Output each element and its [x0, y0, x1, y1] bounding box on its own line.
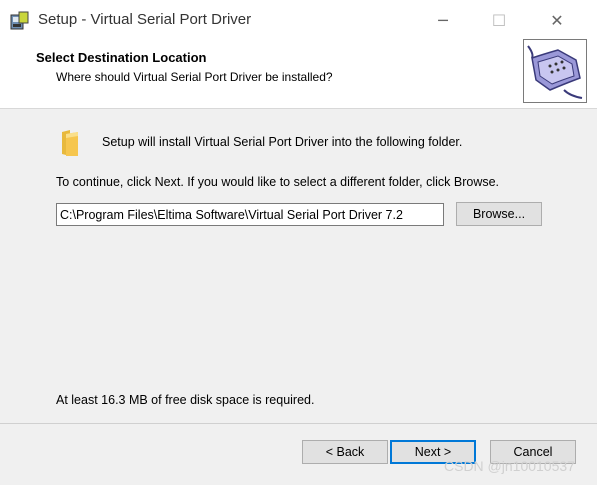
browse-button[interactable]: Browse... [456, 202, 542, 226]
title-bar: Setup - Virtual Serial Port Driver ─ ☐ ✕ [0, 0, 597, 42]
minimize-button[interactable]: ─ [420, 8, 466, 34]
disk-space-requirement: At least 16.3 MB of free disk space is r… [56, 393, 315, 407]
setup-app-icon [10, 11, 29, 30]
close-button[interactable]: ✕ [534, 8, 580, 34]
page-subtitle: Where should Virtual Serial Port Driver … [56, 70, 333, 84]
page-title: Select Destination Location [36, 50, 207, 65]
back-button[interactable]: < Back [302, 440, 388, 464]
continue-instructions: To continue, click Next. If you would li… [56, 175, 500, 189]
serial-port-connector-icon [523, 39, 587, 103]
window-title: Setup - Virtual Serial Port Driver [38, 11, 252, 28]
footer-separator [0, 423, 597, 424]
maximize-button[interactable]: ☐ [476, 8, 522, 34]
destination-path-input[interactable] [56, 203, 444, 226]
wizard-header: Select Destination Location Where should… [0, 39, 597, 109]
folder-icon [62, 130, 78, 156]
watermark: CSDN @jn10010537 [444, 458, 575, 474]
install-description: Setup will install Virtual Serial Port D… [102, 135, 463, 149]
